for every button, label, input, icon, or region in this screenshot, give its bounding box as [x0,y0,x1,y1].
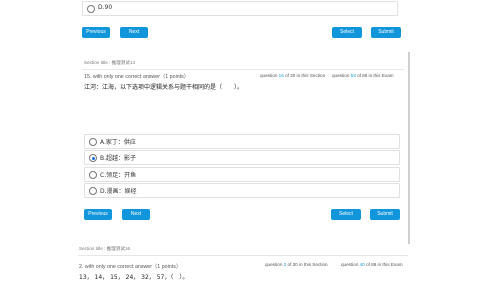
submit-button[interactable]: Submit [370,209,400,220]
section-number: 15 [278,73,284,78]
progress-prefix: question [260,73,278,78]
question-header: 2. with only one correct answer（1 points… [79,264,182,270]
exam-suffix: of 88 in this Exam [357,73,394,78]
next-button[interactable]: Next [120,27,148,38]
section-suffix: of 30 in this Section [285,73,326,78]
option-d-prev[interactable]: D.90 [82,1,398,16]
exam-prefix: question [332,73,350,78]
question-text: 13， 14， 15， 24， 32， 57，（ ）。 [79,274,189,281]
exam-progress: question 53 of 88 in this Exam [332,73,394,78]
submit-button[interactable]: Submit [371,27,401,38]
section-number: 2 [283,262,287,267]
progress-prefix: question [265,262,283,267]
radio-icon[interactable] [89,171,97,179]
question-progress: question 2 of 30 in this Section [265,262,328,267]
option-a[interactable]: A.家丁：供应 [84,134,400,149]
exam-suffix: of 88 in this Exam [366,262,403,267]
divider [82,69,404,70]
section-title: Section title : 推理测试14 [84,60,136,65]
section-suffix: of 30 in this Section [287,262,328,267]
exam-number: 53 [350,73,356,78]
option-d[interactable]: D.漫画：娱经 [84,183,400,198]
option-label: D.漫画：娱经 [100,188,137,195]
question-header: 15. with only one correct answer（1 point… [84,74,190,80]
section-title: Section title : 推理测试16 [79,246,131,251]
previous-button[interactable]: Previous [84,209,112,220]
option-label: A.家丁：供应 [100,139,136,146]
scrollbar[interactable] [408,52,410,244]
option-label: B.超越：影子 [100,155,137,162]
radio-checked-icon[interactable] [89,154,97,162]
option-label: D.90 [98,4,113,11]
select-button[interactable]: Select [331,209,361,220]
select-button[interactable]: Select [332,27,362,38]
radio-icon[interactable] [89,187,97,195]
exam-prefix: question [341,262,359,267]
question-progress: question 15 of 30 in this Section [260,73,325,78]
radio-icon[interactable] [87,5,95,13]
previous-question-panel: D.90 [80,0,400,20]
exam-number: 40 [359,262,365,267]
radio-icon[interactable] [89,138,97,146]
option-label: C.领足：开鱼 [100,172,137,179]
option-c[interactable]: C.领足：开鱼 [84,167,400,182]
exam-progress: question 40 of 88 in this Exam [341,262,403,267]
option-b[interactable]: B.超越：影子 [84,150,400,165]
previous-button[interactable]: Previous [82,27,110,38]
question-text: 江河：江海，以下选项中逻辑关系与题干相同的是（ ）。 [84,84,244,91]
divider [78,255,408,256]
next-button[interactable]: Next [122,209,150,220]
